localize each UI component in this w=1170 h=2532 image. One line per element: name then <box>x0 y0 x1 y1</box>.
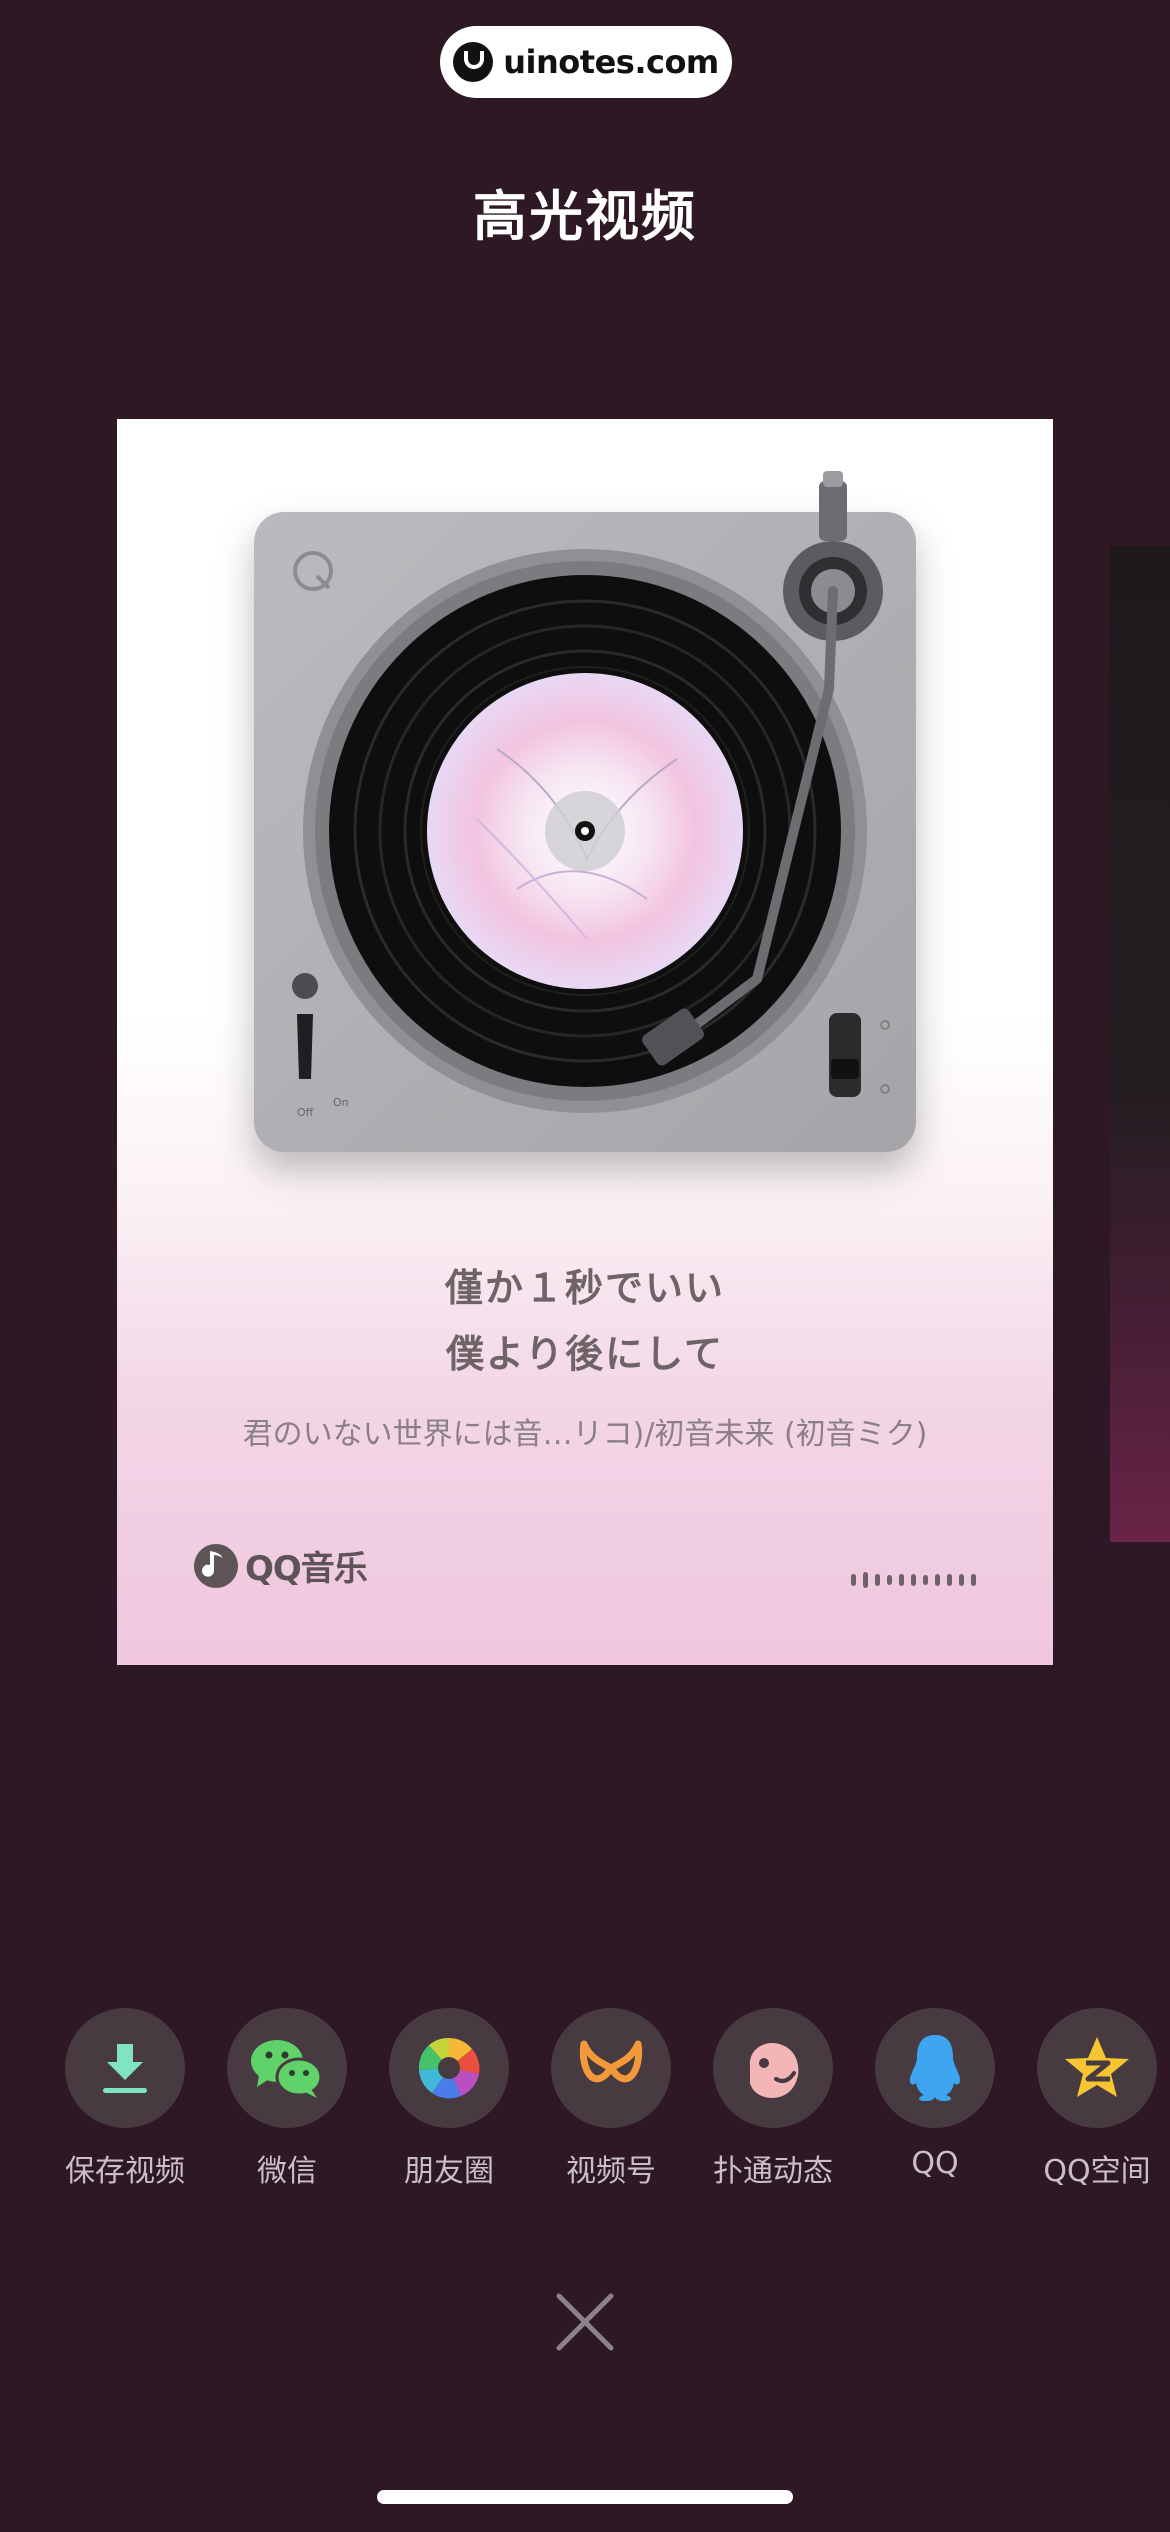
qq-penguin-icon <box>909 2035 961 2101</box>
page-title: 高光视频 <box>473 185 697 248</box>
qzone-star-icon <box>1065 2037 1129 2097</box>
share-label: 扑通动态 <box>713 2154 833 2189</box>
wechat-icon <box>251 2040 323 2098</box>
share-label: 朋友圈 <box>404 2154 494 2189</box>
share-wechat[interactable]: 微信 <box>206 2008 368 2190</box>
speed-knob <box>292 973 318 999</box>
share-label: 保存视频 <box>65 2154 185 2189</box>
channels-icon <box>579 2040 643 2083</box>
svg-text:Off: Off <box>297 1106 314 1119</box>
share-qq[interactable]: QQ <box>854 2008 1016 2181</box>
home-indicator[interactable] <box>377 2490 793 2504</box>
putong-icon <box>749 2043 799 2098</box>
start-stop-switch <box>829 1013 861 1097</box>
share-putong[interactable]: 扑通动态 <box>692 2008 854 2190</box>
brand-text: QQ音乐 <box>245 1549 368 1589</box>
power-switch <box>297 1014 313 1079</box>
share-icon-circle[interactable] <box>389 2008 509 2128</box>
moments-icon <box>418 2037 480 2099</box>
lyric-line-1: 僅か１秒でいい <box>444 1266 725 1310</box>
qq-music-logo-icon <box>194 1543 238 1588</box>
close-icon[interactable] <box>555 2292 615 2352</box>
lyric-line-2: 僕より後にして <box>445 1332 725 1376</box>
song-info: 君のいない世界には音…リコ)/初音未来 (初音ミク) <box>242 1417 928 1452</box>
download-icon <box>103 2044 147 2093</box>
share-label: 视频号 <box>566 2154 656 2189</box>
svg-text:On: On <box>333 1096 349 1109</box>
share-icon-circle[interactable] <box>227 2008 347 2128</box>
share-icon-circle[interactable] <box>875 2008 995 2128</box>
highlight-video-card[interactable]: Off On 僅か１秒でいい 僕より後にして 君のいない世界には音…リコ)/初音… <box>117 419 1053 1665</box>
share-channels[interactable]: 视频号 <box>530 2008 692 2190</box>
share-options: 保存视频 微信 朋友圈 视频号 扑通动态 QQ QQ空间 <box>0 2008 1170 2208</box>
share-icon-circle[interactable] <box>65 2008 185 2128</box>
share-icon-circle[interactable] <box>1037 2008 1157 2128</box>
share-icon-circle[interactable] <box>551 2008 671 2128</box>
audio-wave-icon <box>851 1572 976 1588</box>
share-save-video[interactable]: 保存视频 <box>44 2008 206 2190</box>
uinotes-logo-icon <box>453 42 494 82</box>
share-label: QQ <box>911 2146 959 2181</box>
uinotes-watermark: uinotes.com <box>440 26 732 98</box>
share-label: 微信 <box>257 2154 317 2189</box>
share-moments[interactable]: 朋友圈 <box>368 2008 530 2190</box>
share-icon-circle[interactable] <box>713 2008 833 2128</box>
turntable-illustration: Off On <box>254 471 916 1152</box>
watermark-text: uinotes.com <box>503 43 719 81</box>
qq-music-brand: QQ音乐 <box>193 1541 368 1590</box>
next-card-preview[interactable] <box>1110 546 1170 1542</box>
share-qzone[interactable]: QQ空间 <box>1016 2008 1170 2190</box>
share-label: QQ空间 <box>1043 2154 1151 2189</box>
